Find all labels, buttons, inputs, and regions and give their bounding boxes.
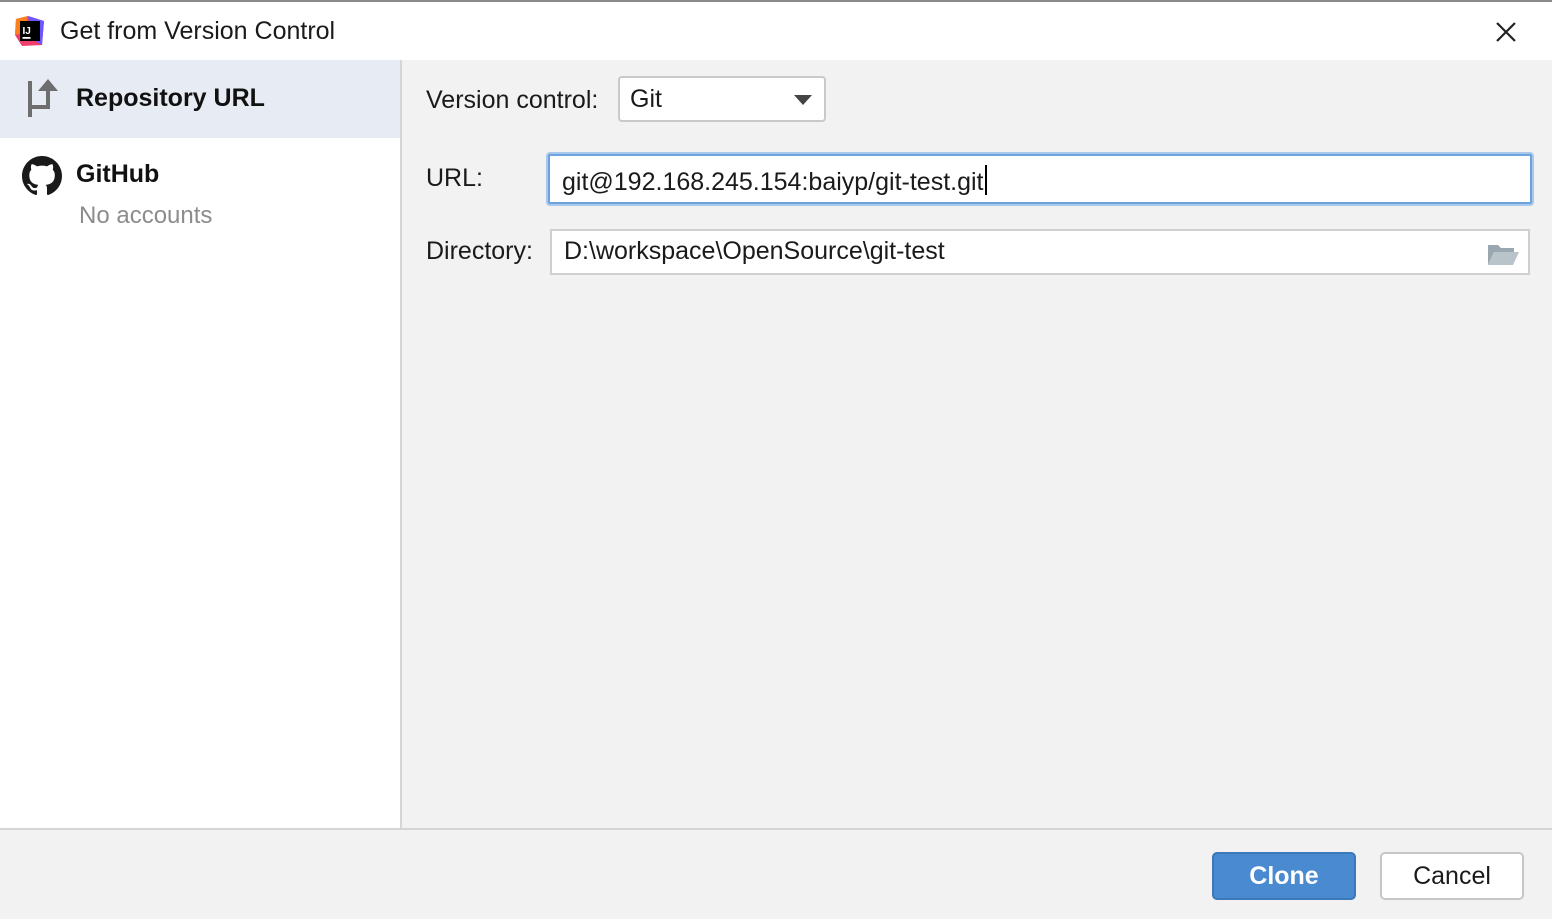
sidebar-item-label: GitHub (76, 160, 160, 188)
text-caret (984, 165, 987, 195)
version-control-label: Version control: (426, 86, 599, 114)
clone-button[interactable]: Clone (1212, 852, 1356, 900)
cancel-button[interactable]: Cancel (1380, 852, 1524, 900)
folder-open-icon[interactable] (1486, 241, 1520, 267)
sidebar-item-label: Repository URL (76, 84, 265, 112)
url-value: git@192.168.245.154:baiyp/git-test.git (562, 168, 984, 196)
directory-input[interactable]: D:\workspace\OpenSource\git-test (550, 229, 1530, 275)
version-control-value: Git (630, 85, 662, 113)
url-input[interactable]: git@192.168.245.154:baiyp/git-test.git (548, 154, 1532, 204)
close-button[interactable] (1484, 14, 1528, 50)
main-panel: Version control: Git URL: git@192.168.24… (402, 60, 1552, 828)
title-bar: IJ Get from Version Control (0, 2, 1552, 60)
github-accounts-status: No accounts (79, 202, 213, 229)
intellij-idea-icon: IJ (15, 16, 44, 46)
dialog-title: Get from Version Control (60, 17, 336, 45)
chevron-down-icon (794, 95, 812, 105)
repository-url-icon (28, 79, 58, 117)
dialog-footer: Clone Cancel (0, 828, 1552, 919)
dialog-window: IJ Get from Version Control Repository U… (0, 0, 1552, 919)
svg-text:IJ: IJ (23, 26, 31, 37)
directory-value: D:\workspace\OpenSource\git-test (564, 237, 945, 265)
close-icon (1496, 22, 1516, 42)
github-icon (22, 156, 62, 196)
version-control-select[interactable]: Git (618, 76, 826, 122)
directory-label: Directory: (426, 237, 533, 265)
sidebar-item-repository-url[interactable]: Repository URL (0, 60, 400, 138)
sidebar-item-github[interactable]: GitHub No accounts (0, 138, 400, 238)
sidebar: Repository URL GitHub No accounts (0, 60, 402, 828)
url-label: URL: (426, 164, 483, 192)
